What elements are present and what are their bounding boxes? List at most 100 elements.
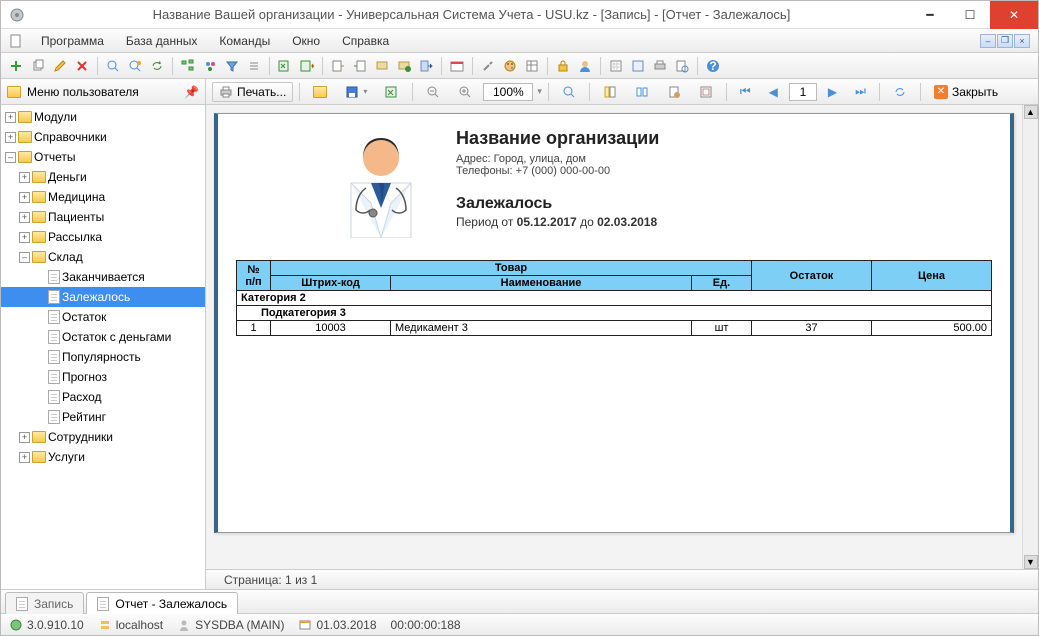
calendar-icon[interactable] <box>448 57 466 75</box>
tree-forecast[interactable]: Прогноз <box>1 367 205 387</box>
search-report-icon[interactable] <box>555 82 583 102</box>
tree-icon[interactable] <box>179 57 197 75</box>
status-host: localhost <box>98 618 163 632</box>
first-page-icon[interactable]: ⏮ <box>733 82 758 102</box>
tree-money[interactable]: +Деньги <box>1 167 205 187</box>
tree-employees[interactable]: +Сотрудники <box>1 427 205 447</box>
tree-expense[interactable]: Расход <box>1 387 205 407</box>
tree-warehouse[interactable]: –Склад <box>1 247 205 267</box>
menu-database[interactable]: База данных <box>122 32 201 50</box>
col-balance: Остаток <box>752 261 872 291</box>
minimize-button[interactable]: ━ <box>910 1 950 29</box>
tree-refs[interactable]: +Справочники <box>1 127 205 147</box>
page-field[interactable]: 1 <box>789 83 817 101</box>
add-icon[interactable] <box>7 57 25 75</box>
zoom-field[interactable]: 100% <box>483 83 533 101</box>
tab-record[interactable]: Запись <box>5 592 84 614</box>
group-icon[interactable] <box>201 57 219 75</box>
import-icon[interactable] <box>351 57 369 75</box>
list-icon[interactable] <box>245 57 263 75</box>
close-button[interactable]: ✕ <box>990 1 1038 29</box>
search-ext-icon[interactable] <box>126 57 144 75</box>
print-icon[interactable] <box>651 57 669 75</box>
delete-icon[interactable] <box>73 57 91 75</box>
palette-icon[interactable] <box>501 57 519 75</box>
edit-icon[interactable] <box>51 57 69 75</box>
layout-icon[interactable] <box>523 57 541 75</box>
prev-page-icon[interactable]: ◀ <box>762 82 785 102</box>
grid2-icon[interactable] <box>629 57 647 75</box>
maximize-button[interactable]: ☐ <box>950 1 990 29</box>
tree-popularity[interactable]: Популярность <box>1 347 205 367</box>
report-page: Название организации Адрес: Город, улица… <box>214 113 1014 533</box>
mdi-close[interactable]: × <box>1014 34 1030 48</box>
exit-icon[interactable] <box>417 57 435 75</box>
tree-reports[interactable]: –Отчеты <box>1 147 205 167</box>
scroll-up-icon[interactable]: ▲ <box>1024 105 1038 119</box>
tree-stale[interactable]: Залежалось <box>1 287 205 307</box>
filter-icon[interactable] <box>223 57 241 75</box>
menu-commands[interactable]: Команды <box>215 32 274 50</box>
export-excel-icon[interactable] <box>378 82 406 102</box>
zoom-out-icon[interactable] <box>419 82 447 102</box>
excel-in-icon[interactable] <box>276 57 294 75</box>
menu-program[interactable]: Программа <box>37 32 108 50</box>
preview-icon[interactable] <box>673 57 691 75</box>
mdi-minimize[interactable]: – <box>980 34 996 48</box>
tree[interactable]: +Модули +Справочники –Отчеты +Деньги +Ме… <box>1 105 205 589</box>
org-name: Название организации <box>456 128 659 149</box>
viewer-scroll[interactable]: Название организации Адрес: Город, улица… <box>206 105 1022 569</box>
printer-icon <box>219 85 233 99</box>
vertical-scrollbar[interactable]: ▲ ▼ <box>1022 105 1038 569</box>
help-icon[interactable]: ? <box>704 57 722 75</box>
tree-medicine[interactable]: +Медицина <box>1 187 205 207</box>
tree-rating[interactable]: Рейтинг <box>1 407 205 427</box>
menu-help[interactable]: Справка <box>338 32 393 50</box>
tabstrip: Запись Отчет - Залежалось <box>1 589 1038 613</box>
zoom-in-icon[interactable] <box>451 82 479 102</box>
sidebar: Меню пользователя 📌 +Модули +Справочники… <box>1 79 206 589</box>
search-icon[interactable] <box>104 57 122 75</box>
lock-icon[interactable] <box>554 57 572 75</box>
menu-window[interactable]: Окно <box>288 32 324 50</box>
close-report-button[interactable]: ✕ Закрыть <box>927 82 1005 102</box>
last-page-icon[interactable]: ⏭ <box>848 82 873 102</box>
mdi-restore[interactable]: ❐ <box>997 34 1013 48</box>
titlebar: Название Вашей организации - Универсальн… <box>1 1 1038 29</box>
refresh-icon[interactable] <box>148 57 166 75</box>
tree-services[interactable]: +Услуги <box>1 447 205 467</box>
open-icon[interactable] <box>306 82 334 102</box>
thumbs-icon[interactable] <box>628 82 656 102</box>
copy-icon[interactable] <box>29 57 47 75</box>
print-button[interactable]: Печать... <box>212 82 293 102</box>
scroll-down-icon[interactable]: ▼ <box>1024 555 1038 569</box>
export-icon[interactable] <box>329 57 347 75</box>
doc-icon <box>16 597 28 611</box>
user-icon[interactable] <box>576 57 594 75</box>
grid-icon[interactable] <box>607 57 625 75</box>
restore-icon[interactable] <box>395 57 413 75</box>
report-table: № п/п Товар Остаток Цена Штрих-код Наиме… <box>236 260 992 336</box>
mdi-buttons: – ❐ × <box>980 34 1030 48</box>
svg-text:?: ? <box>709 59 716 73</box>
pin-icon[interactable]: 📌 <box>184 85 199 99</box>
tree-balance[interactable]: Остаток <box>1 307 205 327</box>
tools-icon[interactable] <box>479 57 497 75</box>
next-page-icon[interactable]: ▶ <box>821 82 844 102</box>
tree-patients[interactable]: +Пациенты <box>1 207 205 227</box>
col-product: Товар <box>271 261 752 276</box>
col-price: Цена <box>872 261 992 291</box>
refresh-report-icon[interactable] <box>886 82 914 102</box>
margins-icon[interactable] <box>692 82 720 102</box>
tree-balance-money[interactable]: Остаток с деньгами <box>1 327 205 347</box>
tree-mailing[interactable]: +Рассылка <box>1 227 205 247</box>
tree-runs-out[interactable]: Заканчивается <box>1 267 205 287</box>
tree-panel-icon[interactable] <box>596 82 624 102</box>
tree-modules[interactable]: +Модули <box>1 107 205 127</box>
excel-out-icon[interactable] <box>298 57 316 75</box>
page-setup-icon[interactable] <box>660 82 688 102</box>
save-icon[interactable]: ▾ <box>338 82 374 102</box>
status-version: 3.0.910.10 <box>9 618 84 632</box>
backup-icon[interactable] <box>373 57 391 75</box>
tab-report[interactable]: Отчет - Залежалось <box>86 592 238 614</box>
